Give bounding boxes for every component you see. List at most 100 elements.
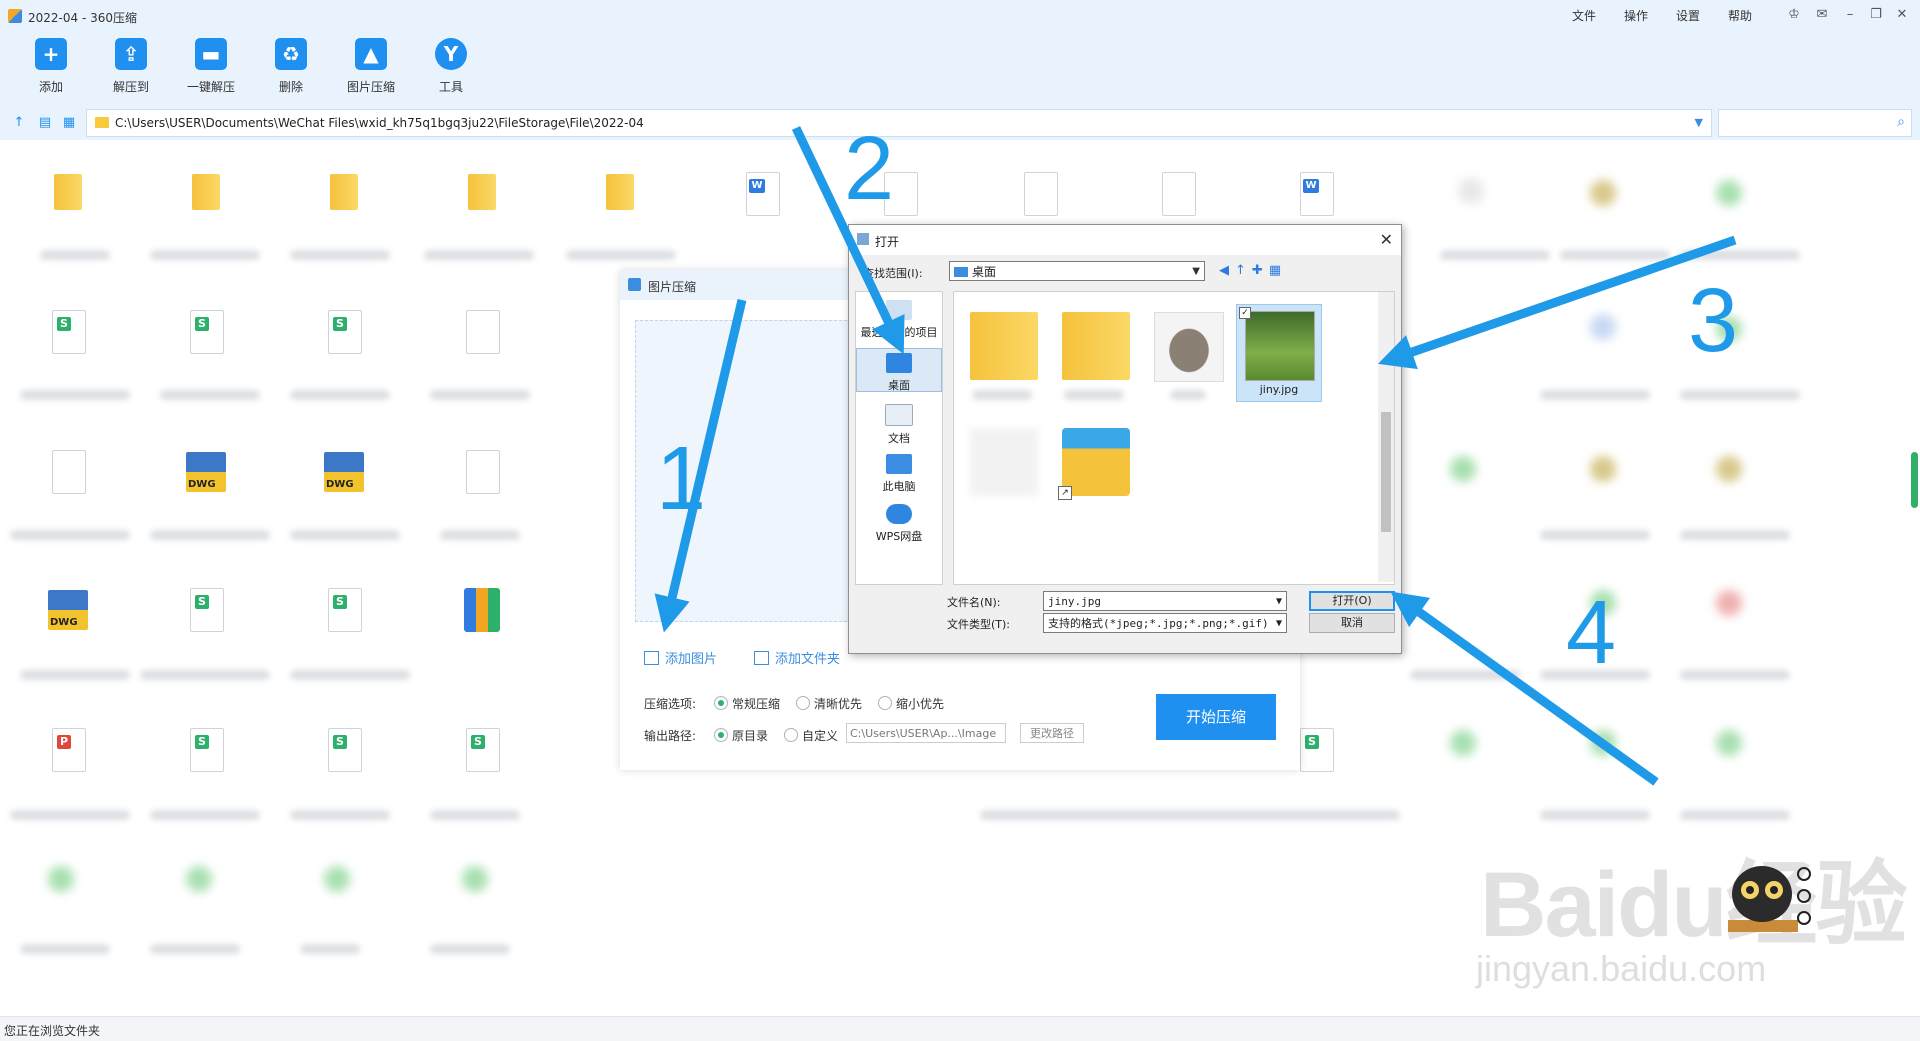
- blurred-filename: [1540, 390, 1650, 400]
- blurred-filename: [1410, 670, 1520, 680]
- sheet-file[interactable]: [182, 308, 240, 360]
- sheet-file[interactable]: [320, 726, 378, 778]
- blurred-file-icon: [1590, 730, 1616, 756]
- place-recent[interactable]: 最近使用的项目: [856, 300, 942, 340]
- chevron-down-icon[interactable]: ▼: [1695, 116, 1703, 129]
- dwg-icon: [48, 590, 88, 630]
- place-documents[interactable]: 文档: [856, 404, 942, 446]
- search-input[interactable]: ⌕: [1718, 109, 1912, 137]
- sheet-file[interactable]: [182, 726, 240, 778]
- open-button[interactable]: 打开(O): [1309, 591, 1395, 611]
- blurred-filename: [150, 250, 260, 260]
- folder-item[interactable]: [320, 168, 378, 220]
- status-text: 您正在浏览文件夹: [4, 1024, 101, 1038]
- place-desktop[interactable]: 桌面: [856, 348, 942, 392]
- scrollbar-thumb[interactable]: [1911, 452, 1918, 508]
- back-icon[interactable]: ◀: [1219, 263, 1235, 278]
- pdf-icon: [52, 728, 86, 772]
- folder-item[interactable]: [44, 168, 102, 220]
- restore-icon[interactable]: ❐: [1866, 6, 1886, 24]
- blurred-filename: [20, 670, 130, 680]
- start-compress-button[interactable]: 开始压缩: [1156, 694, 1276, 740]
- search-icon[interactable]: ⌕: [1897, 114, 1905, 130]
- chevron-down-icon[interactable]: ▼: [1276, 614, 1282, 632]
- add-image-icon: [644, 651, 659, 665]
- sheet-file[interactable]: [320, 308, 378, 360]
- place-this-pc-label: 此电脑: [882, 480, 916, 493]
- view-menu-icon[interactable]: ▦: [1269, 263, 1287, 278]
- extract-to-button[interactable]: ⇪ 解压到: [96, 38, 166, 95]
- menu-settings[interactable]: 设置: [1676, 7, 1700, 24]
- selected-image-file[interactable]: ✓ jiny.jpg: [1236, 304, 1322, 402]
- filename-field[interactable]: jiny.jpg ▼: [1043, 591, 1287, 611]
- feedback-icon[interactable]: ✉: [1812, 6, 1832, 24]
- minimize-icon[interactable]: –: [1840, 6, 1860, 24]
- zip-file[interactable]: [458, 586, 516, 638]
- dialog-title-bar: 打开 ✕: [849, 225, 1401, 255]
- path-field[interactable]: C:\Users\USER\Documents\WeChat Files\wxi…: [86, 109, 1712, 137]
- dwg-file[interactable]: [320, 448, 378, 500]
- blank-file[interactable]: [44, 448, 102, 500]
- up-folder-icon[interactable]: ↑: [1235, 263, 1252, 278]
- sheet-file[interactable]: [182, 586, 240, 638]
- new-folder-icon[interactable]: ✚: [1252, 263, 1269, 278]
- close-icon[interactable]: ✕: [1380, 230, 1393, 249]
- menu-operate[interactable]: 操作: [1624, 7, 1648, 24]
- folder-item[interactable]: [962, 306, 1046, 402]
- shortcut-folder-item[interactable]: ↗: [1054, 422, 1138, 518]
- radio-custom-dir[interactable]: [784, 728, 798, 742]
- radio-size[interactable]: [878, 696, 892, 710]
- blurred-filename: [1540, 810, 1650, 820]
- radio-normal[interactable]: [714, 696, 728, 710]
- radio-original-dir[interactable]: [714, 728, 728, 742]
- delete-button[interactable]: ♻ 删除: [256, 38, 326, 95]
- pdf-file[interactable]: [44, 726, 102, 778]
- file-item[interactable]: [962, 422, 1046, 518]
- add-image-link[interactable]: 添加图片: [644, 648, 717, 667]
- folder-item[interactable]: [458, 168, 516, 220]
- folder-item[interactable]: [1054, 306, 1138, 402]
- look-in-select[interactable]: 桌面 ▼: [949, 261, 1205, 281]
- chevron-down-icon[interactable]: ▼: [1276, 592, 1282, 610]
- dwg-file[interactable]: [182, 448, 240, 500]
- place-this-pc[interactable]: 此电脑: [856, 454, 942, 494]
- place-documents-label: 文档: [888, 432, 910, 445]
- custom-path-field[interactable]: C:\Users\USER\Ap...\Image: [846, 723, 1006, 743]
- blank-file[interactable]: [458, 308, 516, 360]
- change-path-button[interactable]: 更改路径: [1020, 723, 1084, 743]
- sheet-file[interactable]: [44, 308, 102, 360]
- up-arrow-icon[interactable]: ↑: [12, 116, 26, 130]
- dwg-file[interactable]: [44, 586, 102, 638]
- dialog-scroll-thumb[interactable]: [1381, 412, 1391, 532]
- tools-button[interactable]: Y 工具: [416, 38, 486, 95]
- quick-extract-button[interactable]: ▬ 一键解压: [176, 38, 246, 95]
- folder-item[interactable]: [182, 168, 240, 220]
- filetype-select[interactable]: 支持的格式(*jpeg;*.jpg;*.png;*.gif) ▼: [1043, 613, 1287, 633]
- word-file[interactable]: [1292, 170, 1350, 222]
- image-compress-button[interactable]: ▲ 图片压缩: [336, 38, 406, 95]
- sheet-file[interactable]: [1292, 726, 1350, 778]
- image-file[interactable]: [1146, 306, 1230, 402]
- add-folder-link[interactable]: 添加文件夹: [754, 648, 840, 667]
- word-file[interactable]: [738, 170, 796, 222]
- blank-file[interactable]: [458, 448, 516, 500]
- folder-item[interactable]: [596, 168, 654, 220]
- sheet-file[interactable]: [458, 726, 516, 778]
- add-button[interactable]: + 添加: [16, 38, 86, 95]
- blurred-file-icon: [1458, 178, 1484, 204]
- grid-view-icon[interactable]: ▦: [62, 116, 76, 130]
- cancel-button[interactable]: 取消: [1309, 613, 1395, 633]
- sheet-file[interactable]: [320, 586, 378, 638]
- radio-clarity[interactable]: [796, 696, 810, 710]
- blank-file[interactable]: [1016, 170, 1074, 222]
- checkbox-icon[interactable]: ✓: [1239, 307, 1251, 319]
- close-icon[interactable]: ✕: [1892, 6, 1912, 24]
- menu-help[interactable]: 帮助: [1728, 7, 1752, 24]
- place-wps-cloud[interactable]: WPS网盘: [856, 504, 942, 544]
- list-view-icon[interactable]: ▤: [38, 116, 52, 130]
- menu-file[interactable]: 文件: [1572, 7, 1596, 24]
- dialog-nav-tools[interactable]: ◀↑✚▦: [1219, 263, 1287, 278]
- skin-icon[interactable]: ♔: [1784, 6, 1804, 24]
- blank-file[interactable]: [1154, 170, 1212, 222]
- dialog-scrollbar[interactable]: [1378, 292, 1394, 582]
